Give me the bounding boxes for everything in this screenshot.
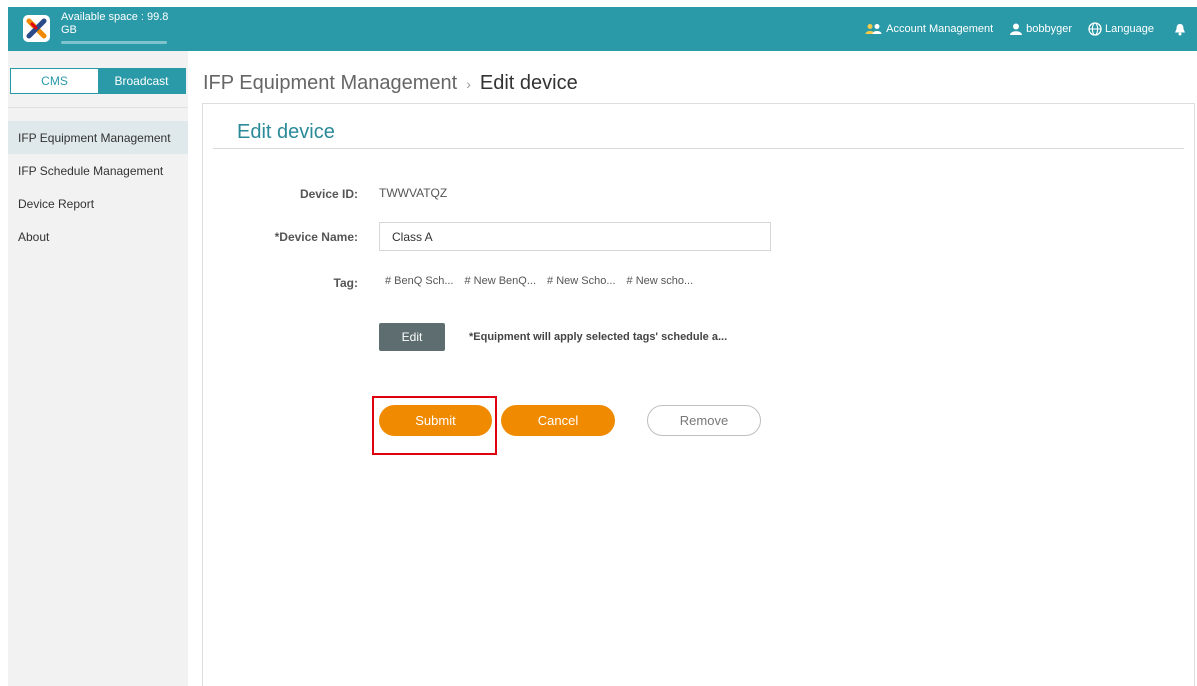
tag-item[interactable]: # BenQ Sch...	[385, 275, 453, 287]
user-menu[interactable]: bobbyger	[1009, 23, 1072, 35]
breadcrumb-separator: ›	[466, 75, 471, 92]
available-space-text: Available space : 99.8 GB	[61, 11, 169, 36]
notifications-button[interactable]	[1174, 23, 1189, 36]
sidebar-item-ifp-schedule-management[interactable]: IFP Schedule Management	[8, 154, 188, 187]
sidebar-item-ifp-equipment-management[interactable]: IFP Equipment Management	[8, 121, 188, 154]
account-group-icon	[865, 24, 882, 34]
page-title: Edit device	[237, 121, 335, 143]
sidebar-item-about[interactable]: About	[8, 220, 188, 253]
remove-button[interactable]: Remove	[647, 405, 761, 436]
tab-broadcast[interactable]: Broadcast	[98, 69, 185, 93]
device-name-label: *Device Name:	[274, 230, 358, 244]
title-divider	[213, 148, 1184, 149]
mode-switch: CMS Broadcast	[10, 68, 186, 94]
breadcrumb-current: Edit device	[479, 72, 578, 94]
language-selector[interactable]: Language	[1088, 22, 1154, 36]
sidebar-nav: IFP Equipment Management IFP Schedule Ma…	[8, 121, 188, 253]
app-logo[interactable]	[23, 15, 50, 42]
top-bar: Available space : 99.8 GB Account Manage…	[8, 7, 1197, 51]
user-icon	[1010, 23, 1023, 35]
sidebar: CMS Broadcast IFP Equipment Management I…	[8, 51, 188, 686]
submit-highlight-box	[372, 396, 497, 455]
edit-device-panel: Edit device Device ID: TWWVATQZ *Device …	[202, 103, 1195, 686]
app-logo-icon	[26, 18, 47, 39]
account-management-label: Account Management	[886, 23, 994, 35]
edit-tags-button[interactable]: Edit	[379, 323, 445, 351]
language-label: Language	[1105, 23, 1154, 35]
cancel-button[interactable]: Cancel	[501, 405, 615, 436]
globe-icon	[1088, 22, 1102, 36]
account-management-link[interactable]: Account Management	[865, 23, 993, 35]
username-label: bobbyger	[1026, 23, 1073, 35]
tag-item[interactable]: # New Scho...	[547, 275, 615, 287]
tag-item[interactable]: # New BenQ...	[464, 275, 536, 287]
tag-list: # BenQ Sch... # New BenQ... # New Scho..…	[385, 275, 704, 287]
schedule-note: *Equipment will apply selected tags' sch…	[469, 331, 728, 343]
device-name-field[interactable]: Class A	[379, 222, 771, 251]
storage-bar	[61, 41, 167, 44]
tag-label: Tag:	[333, 276, 358, 290]
device-id-label: Device ID:	[299, 187, 358, 201]
sidebar-divider	[8, 107, 188, 108]
bell-icon	[1175, 23, 1185, 35]
tab-cms[interactable]: CMS	[11, 69, 98, 93]
tag-item[interactable]: # New scho...	[627, 275, 694, 287]
device-id-value: TWWVATQZ	[379, 186, 448, 200]
breadcrumb: IFP Equipment Management › Edit device	[203, 72, 578, 95]
sidebar-item-device-report[interactable]: Device Report	[8, 187, 188, 220]
breadcrumb-parent[interactable]: IFP Equipment Management	[203, 72, 457, 95]
